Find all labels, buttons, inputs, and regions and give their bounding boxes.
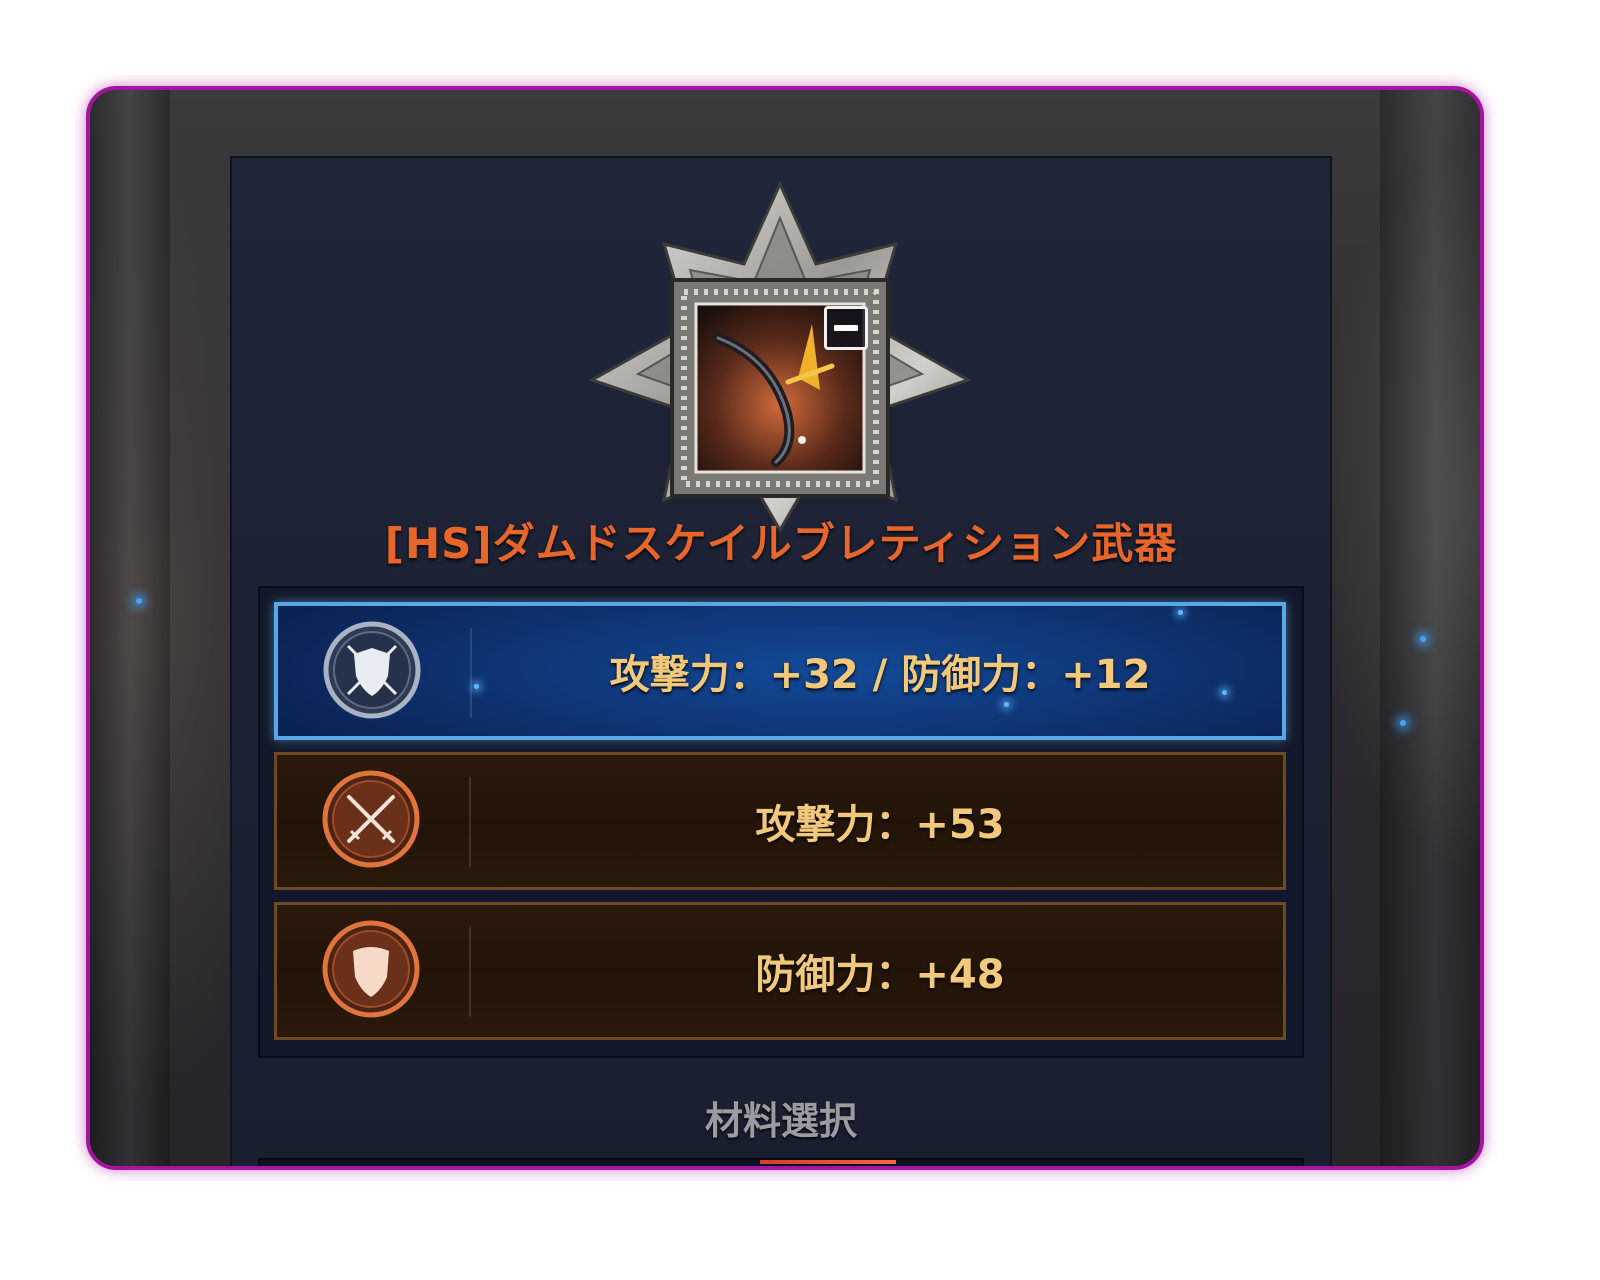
option-attack-defense[interactable]: 攻撃力：+32 / 防御力：+12 (274, 602, 1286, 740)
ambient-spark (1400, 720, 1406, 726)
ambient-spark (136, 598, 142, 604)
ambient-spark (1420, 636, 1426, 642)
material-tab-accent (760, 1160, 896, 1164)
star-frame-icon (588, 180, 972, 533)
option-divider (469, 777, 471, 867)
shield-icon (321, 919, 421, 1019)
material-select-heading: 材料選択 (704, 1099, 857, 1143)
item-emblem (550, 178, 1010, 538)
option-defense[interactable]: 防御力：+48 (274, 902, 1286, 1040)
option-label: 攻撃力：+53 (755, 802, 1005, 848)
game-screen-frame: [HS]ダムドスケイルブレティション武器 攻撃力：+32 / 防御力：+12 攻… (86, 86, 1484, 1170)
minus-icon (834, 325, 858, 331)
option-label: 攻撃力：+32 / 防御力：+12 (609, 652, 1151, 698)
crossed-swords-shield-icon (322, 620, 422, 720)
option-list: 攻撃力：+32 / 防御力：+12 攻撃力：+53 防御力：+48 (258, 586, 1304, 1058)
enchant-panel: [HS]ダムドスケイルブレティション武器 攻撃力：+32 / 防御力：+12 攻… (230, 156, 1332, 1166)
option-divider (469, 927, 471, 1017)
option-divider (470, 628, 472, 718)
item-name: [HS]ダムドスケイルブレティション武器 (384, 519, 1178, 568)
option-label: 防御力：+48 (755, 952, 1005, 998)
material-slot-bar[interactable] (258, 1158, 1304, 1166)
crossed-swords-icon (321, 769, 421, 869)
option-attack[interactable]: 攻撃力：+53 (274, 752, 1286, 890)
unequip-badge[interactable] (824, 306, 868, 350)
